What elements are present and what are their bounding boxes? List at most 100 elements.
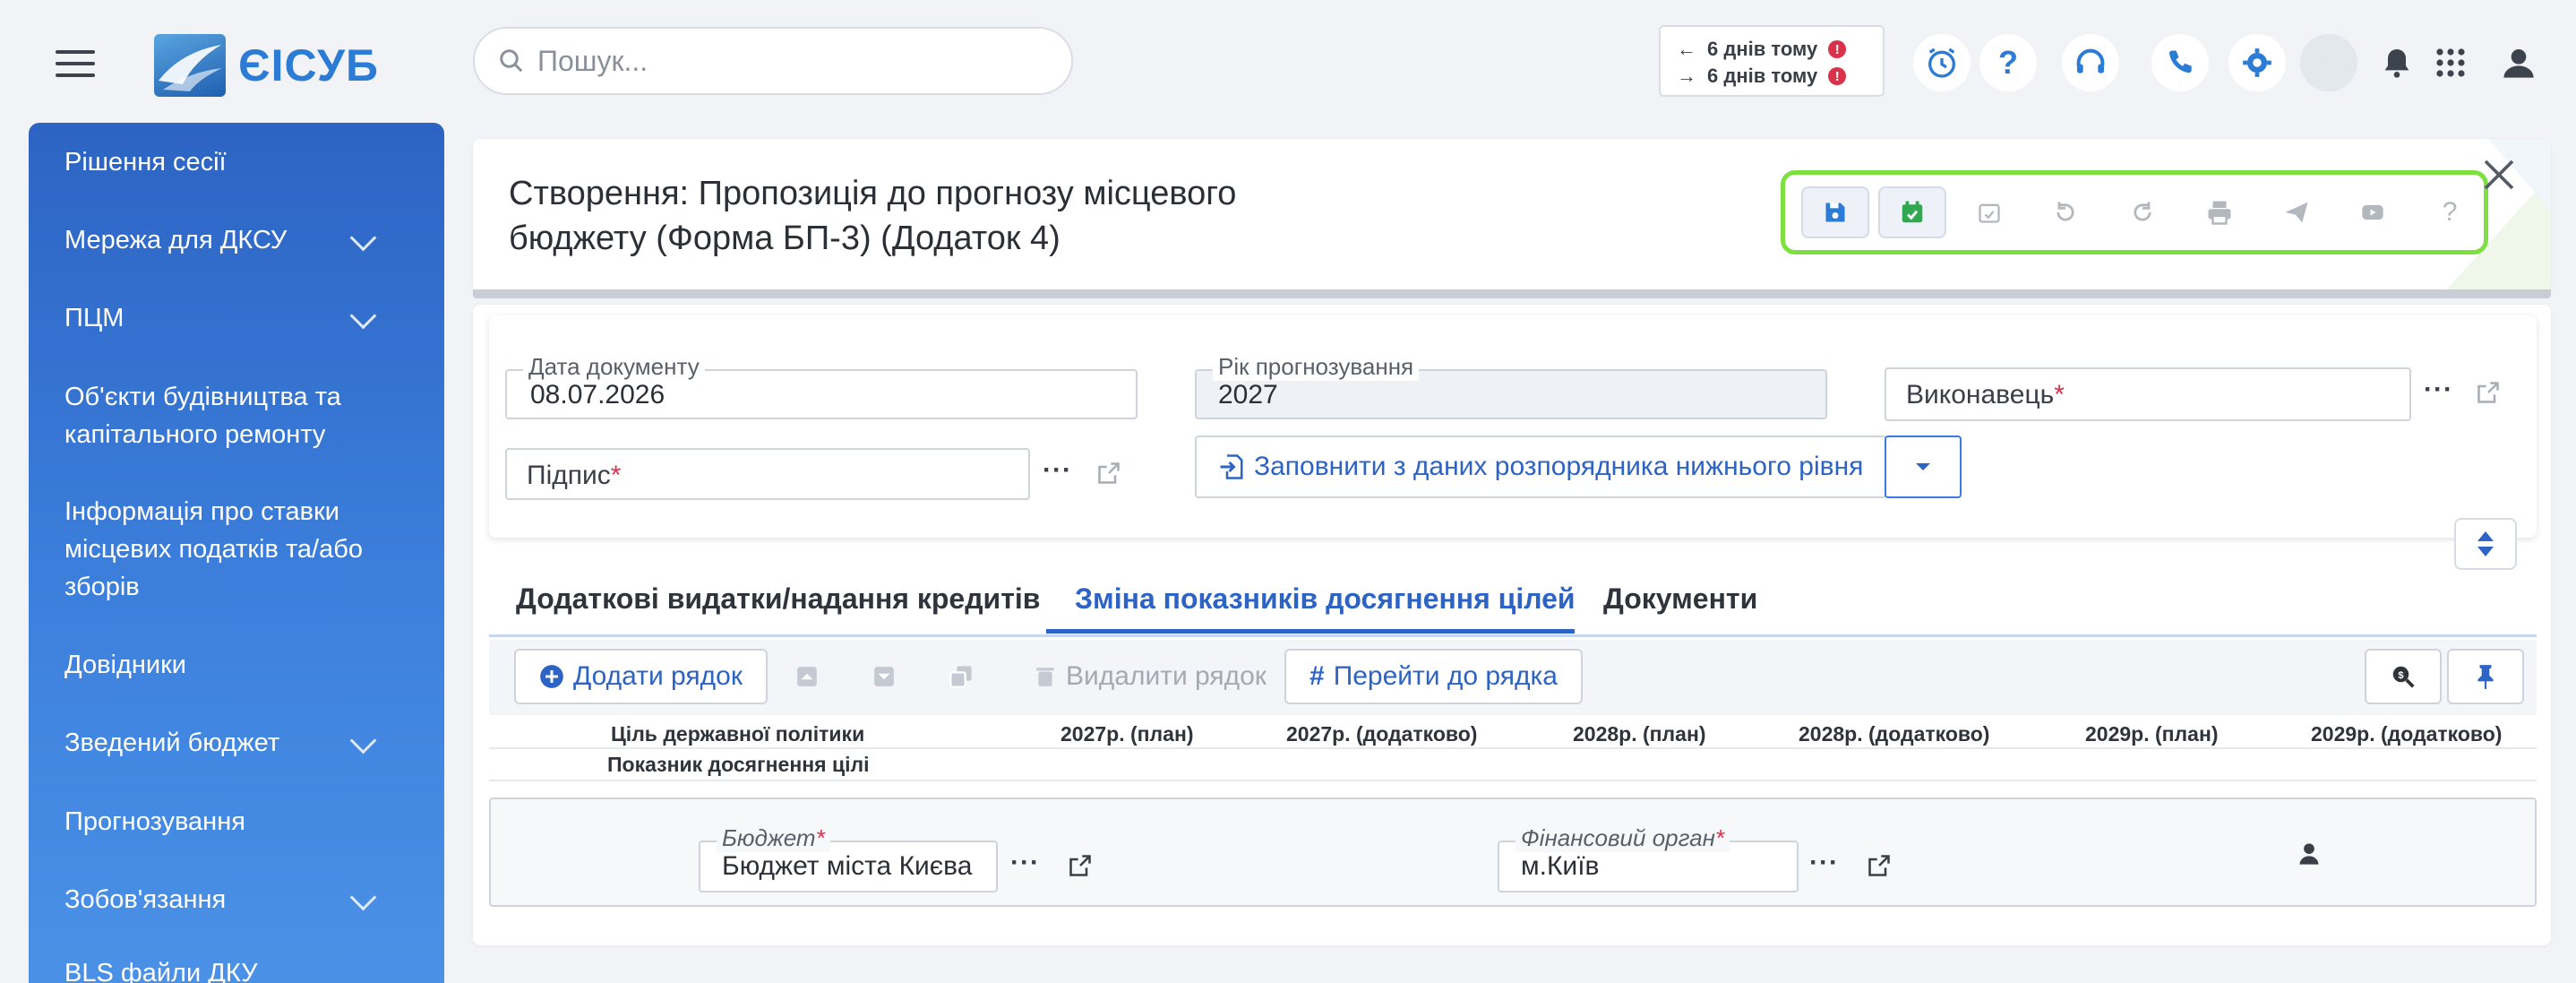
sidebar-item-label: BLS файли ДКУ	[64, 959, 258, 983]
column-header[interactable]: 2028р. (додатково)	[1799, 722, 1989, 746]
doc-date-value[interactable]: 08.07.2026	[530, 380, 665, 410]
column-header[interactable]: 2027р. (додатково)	[1286, 722, 1477, 746]
hamburger-line	[56, 62, 95, 65]
document-toolbar: ?	[1781, 170, 2488, 254]
app-logo[interactable]: ЄІСУБ	[154, 34, 379, 97]
alarm-clock-button[interactable]	[1913, 34, 1971, 91]
add-row-button[interactable]: Додати рядок	[514, 649, 768, 704]
budget-lookup-button[interactable]: ···	[1010, 848, 1040, 878]
phone-icon	[2169, 50, 2192, 73]
pin-columns-button[interactable]	[2447, 649, 2524, 704]
search-input[interactable]	[536, 43, 1041, 79]
executor-placeholder: Виконавець*	[1906, 380, 2065, 410]
column-header[interactable]: 2029р. (план)	[2085, 722, 2219, 746]
column-header[interactable]: 2027р. (план)	[1060, 722, 1194, 746]
move-row-up-button[interactable]	[779, 649, 835, 704]
save-and-close-button[interactable]	[1877, 186, 1946, 238]
menu-toggle-button[interactable]	[56, 50, 95, 77]
tab-documents[interactable]: Документи	[1603, 582, 1757, 616]
history-back-label: 6 днів тому	[1707, 38, 1818, 60]
delete-row-button[interactable]: Видалити рядок	[1009, 649, 1292, 704]
caret-up-square-icon	[797, 667, 817, 686]
sidebar-item-label: Об'єкти будівництва та капітального ремо…	[64, 383, 341, 449]
history-back[interactable]: ← 6 днів тому !	[1677, 36, 1867, 63]
notifications-button[interactable]	[2368, 34, 2426, 91]
navigation-history[interactable]: ← 6 днів тому ! → 6 днів тому !	[1659, 25, 1885, 97]
global-search[interactable]	[473, 27, 1073, 95]
support-button[interactable]	[2062, 34, 2119, 91]
sidebar-item-obligations[interactable]: Зобов'язання	[64, 881, 405, 918]
sidebar-item-label: Прогнозування	[64, 807, 245, 836]
user-profile-button[interactable]	[2490, 34, 2547, 91]
goto-row-button[interactable]: # Перейти до рядка	[1284, 649, 1583, 704]
settings-button[interactable]	[2228, 34, 2286, 91]
column-header-policy-goal[interactable]: Ціль державної політики	[611, 722, 864, 746]
fin-org-lookup-button[interactable]: ···	[1809, 848, 1839, 878]
save-button[interactable]	[1801, 186, 1869, 238]
tab-goal-indicators[interactable]: Зміна показників досягнення цілей	[1075, 582, 1576, 616]
video-help-button[interactable]	[2340, 186, 2408, 238]
sidebar-item-local-tax-rates[interactable]: Інформація про ставки місцевих податків …	[64, 493, 405, 606]
approve-button[interactable]	[1955, 186, 2023, 238]
hamburger-line	[56, 50, 95, 54]
phone-button[interactable]	[2151, 34, 2209, 91]
save-icon	[1825, 203, 1845, 222]
send-button[interactable]	[2263, 186, 2331, 238]
open-external-icon[interactable]	[1096, 461, 1121, 486]
sidebar-item-directories[interactable]: Довідники	[64, 646, 405, 684]
sidebar-item-session-decisions[interactable]: Рішення сесії	[64, 143, 405, 181]
help-button[interactable]: ?	[2416, 186, 2484, 238]
sidebar-item-forecasting[interactable]: Прогнозування	[64, 803, 405, 841]
chevron-down-icon	[349, 224, 377, 252]
fill-from-subordinate-button[interactable]: Заповнити з даних розпорядника нижнього …	[1195, 435, 1886, 498]
open-external-icon[interactable]	[1867, 853, 1892, 878]
sidebar-item-consolidated-budget[interactable]: Зведений бюджет	[64, 724, 405, 762]
executor-lookup-button[interactable]: ···	[2424, 375, 2453, 405]
doc-date-field[interactable]: Дата документу 08.07.2026	[505, 353, 1138, 419]
apps-button[interactable]	[2422, 34, 2479, 91]
user-filter-icon[interactable]	[2297, 841, 2322, 867]
calendar-check-icon	[1902, 201, 1923, 223]
signature-lookup-button[interactable]: ···	[1043, 455, 1072, 486]
user-icon	[2503, 49, 2534, 78]
sidebar-item-network-dksu[interactable]: Мережа для ДКСУ	[64, 221, 405, 259]
history-forward[interactable]: → 6 днів тому !	[1677, 63, 1867, 90]
document-fields-panel	[489, 315, 2537, 538]
column-header[interactable]: 2029р. (додатково)	[2311, 722, 2502, 746]
sidebar-item-bls-files[interactable]: BLS файли ДКУ	[64, 954, 405, 983]
budget-field[interactable]: Бюджет* Бюджет міста Києва	[699, 824, 998, 892]
dark-mode-toggle[interactable]	[2300, 34, 2357, 91]
executor-field[interactable]: Виконавець*	[1885, 367, 2411, 421]
fill-options-dropdown[interactable]	[1885, 435, 1962, 498]
search-in-grid-button[interactable]: $	[2365, 649, 2442, 704]
sidebar-item-construction-objects[interactable]: Об'єкти будівництва та капітального ремо…	[64, 378, 405, 453]
fin-org-value: м.Київ	[1521, 851, 1600, 881]
pin-icon	[2477, 665, 2494, 689]
sidebar-item-label: Зведений бюджет	[64, 729, 280, 757]
print-button[interactable]	[2185, 186, 2254, 238]
fin-org-field[interactable]: Фінансовий орган* м.Київ	[1498, 824, 1799, 892]
open-external-icon[interactable]	[2476, 380, 2501, 405]
undo-button[interactable]	[2032, 186, 2100, 238]
close-button[interactable]	[2481, 157, 2517, 193]
alert-icon: !	[1828, 40, 1847, 58]
app-name: ЄІСУБ	[238, 40, 379, 91]
copy-row-button[interactable]	[933, 649, 989, 704]
signature-field[interactable]: Підпис*	[505, 448, 1030, 500]
sidebar-item-label: ПЦМ	[64, 304, 125, 332]
sidebar-item-pcm[interactable]: ПЦМ	[64, 299, 405, 337]
paper-plane-icon	[2285, 202, 2308, 223]
youtube-icon	[2362, 204, 2384, 220]
fill-button-label: Заповнити з даних розпорядника нижнього …	[1254, 452, 1864, 481]
printer-icon	[2208, 201, 2231, 225]
headset-icon	[2076, 48, 2105, 73]
column-header[interactable]: 2028р. (план)	[1573, 722, 1706, 746]
tab-additional-expenses[interactable]: Додаткові видатки/надання кредитів	[516, 582, 1040, 616]
move-row-down-button[interactable]	[856, 649, 912, 704]
column-header-indicator[interactable]: Показник досягнення цілі	[607, 753, 869, 777]
open-external-icon[interactable]	[1068, 853, 1093, 878]
redo-button[interactable]	[2108, 186, 2177, 238]
grid-toolbar: Додати рядок Видалити рядок # Перейти до…	[489, 640, 2537, 715]
help-button[interactable]: ?	[1979, 34, 2037, 91]
collapse-panel-button[interactable]	[2454, 518, 2517, 570]
